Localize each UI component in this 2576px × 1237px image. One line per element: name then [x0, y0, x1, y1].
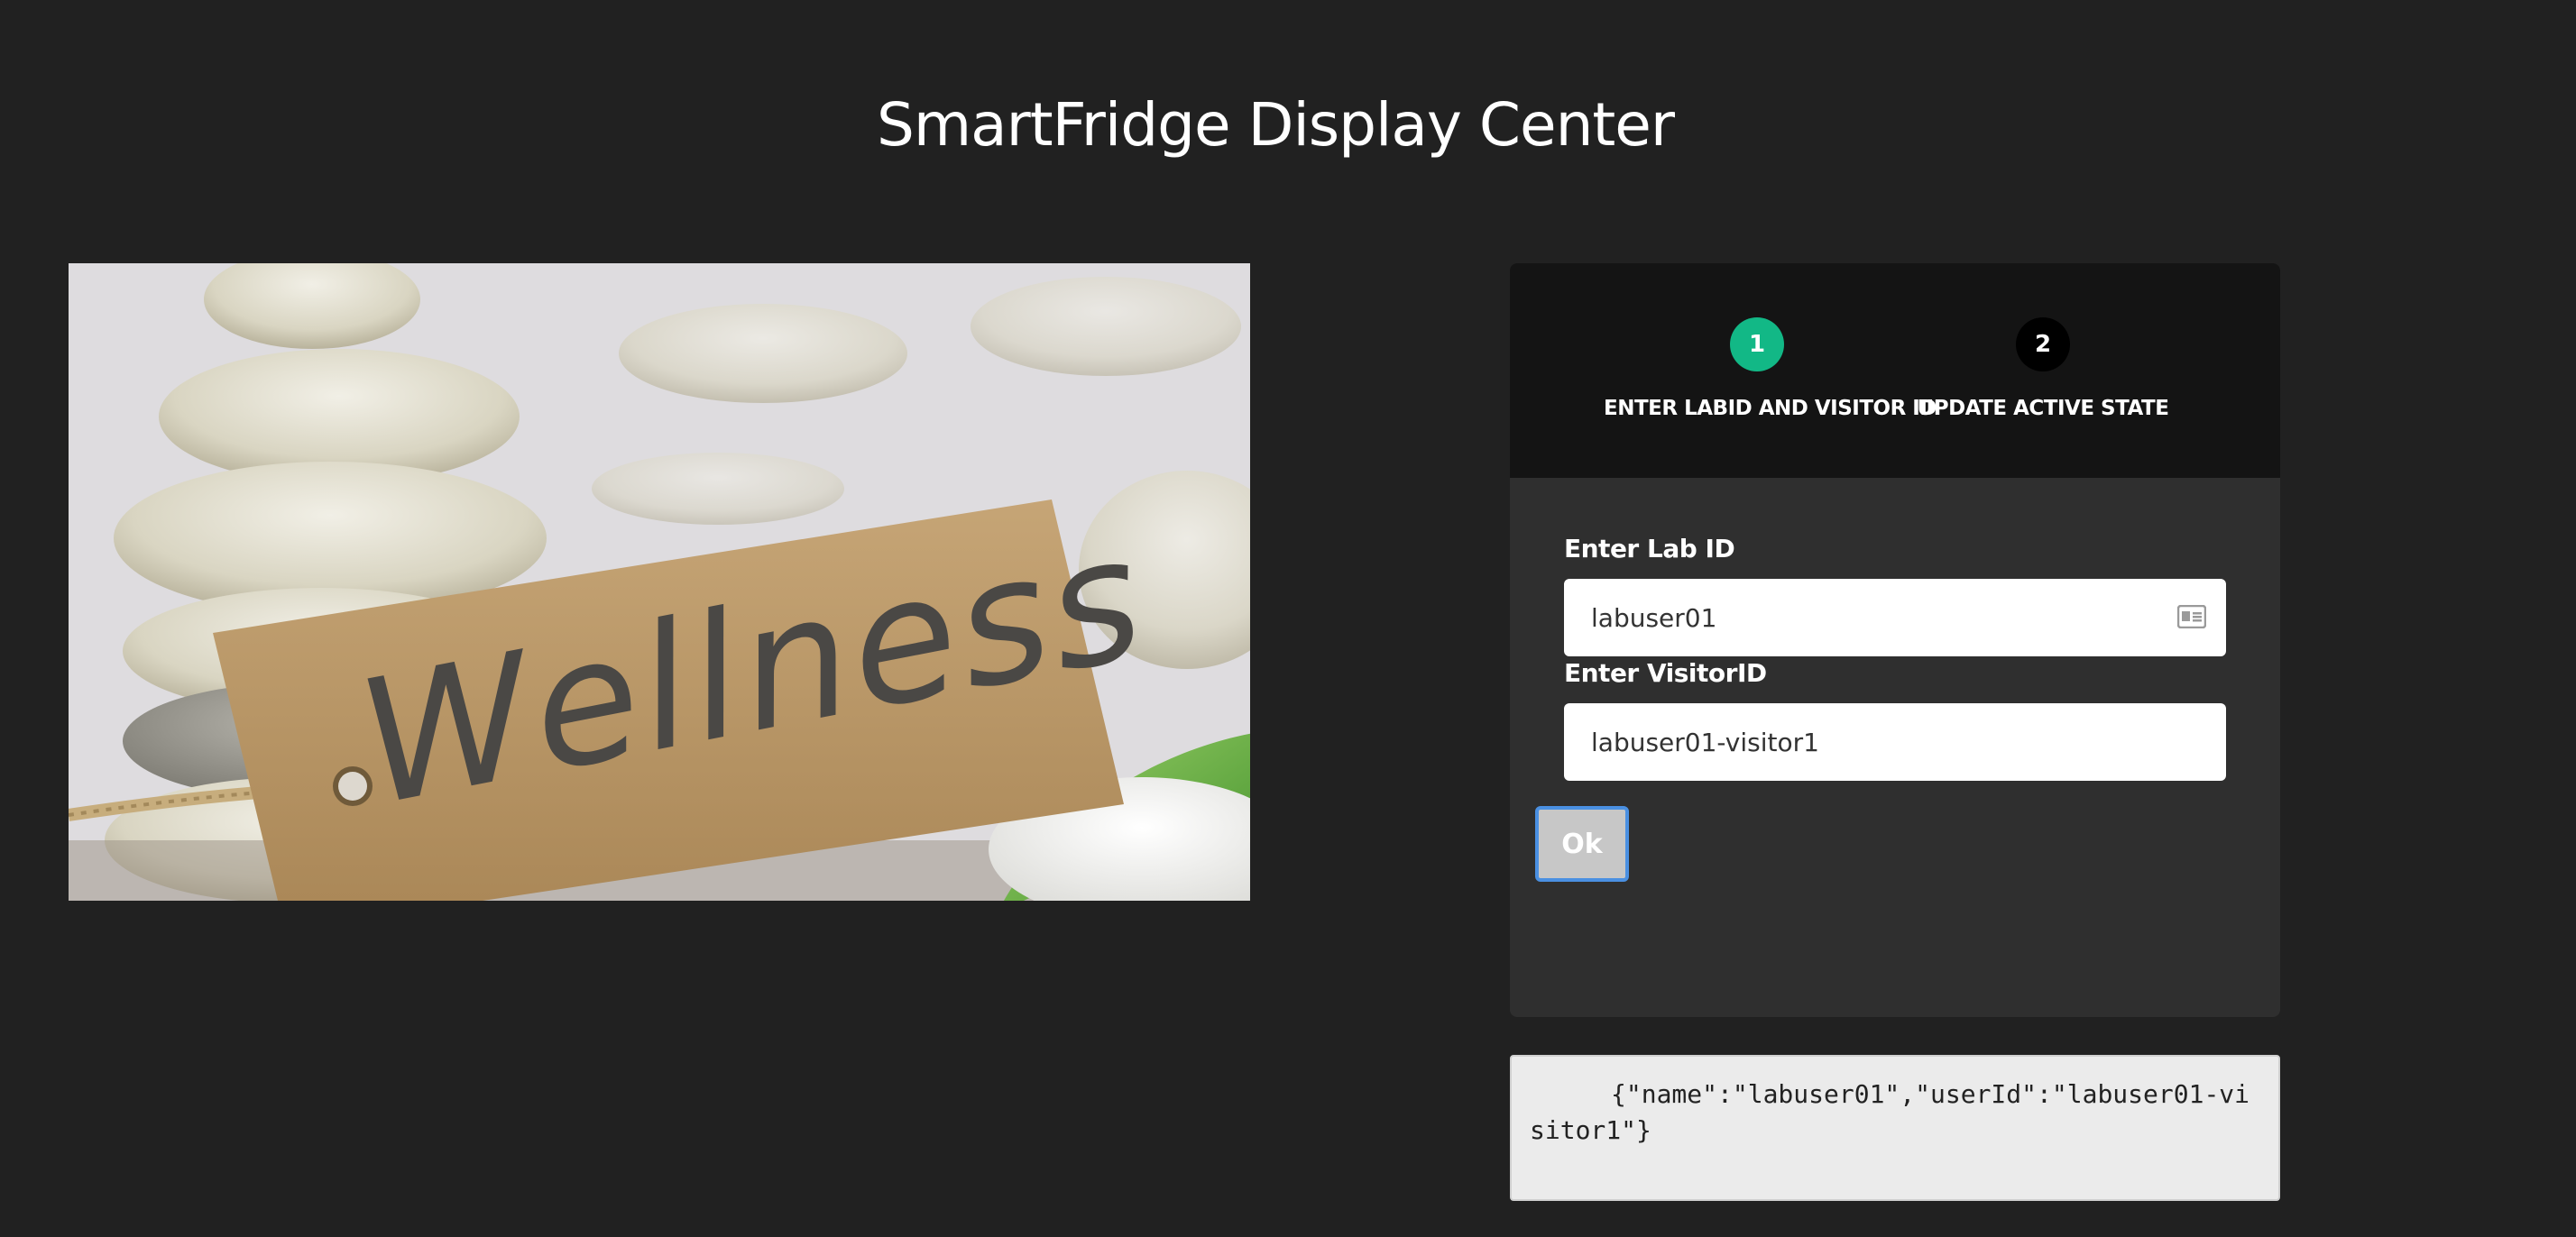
visitor-id-label: Enter VisitorID — [1564, 658, 1767, 688]
step-1[interactable]: 1 ENTER LABID AND VISITOR ID — [1604, 317, 1937, 420]
ok-button[interactable]: Ok — [1535, 806, 1629, 882]
step-2[interactable]: 2 UPDATE ACTIVE STATE — [1912, 317, 2174, 420]
page-title: SmartFridge Display Center — [876, 90, 1675, 160]
wizard-steps: 1 ENTER LABID AND VISITOR ID 2 UPDATE AC… — [1510, 263, 2280, 478]
json-output: {"name":"labuser01","userId":"labuser01-… — [1510, 1055, 2280, 1201]
lab-id-value: labuser01 — [1591, 602, 1717, 633]
lab-id-label: Enter Lab ID — [1564, 534, 1735, 564]
visitor-id-value: labuser01-visitor1 — [1591, 727, 1819, 757]
id-card-icon — [2177, 605, 2206, 628]
step-1-label: ENTER LABID AND VISITOR ID — [1604, 397, 1937, 420]
step-2-indicator: 2 — [2016, 317, 2070, 371]
lab-id-input[interactable]: labuser01 — [1564, 579, 2226, 656]
step-1-indicator: 1 — [1730, 317, 1784, 371]
step-2-label: UPDATE ACTIVE STATE — [1917, 397, 2169, 420]
visitor-id-input[interactable]: labuser01-visitor1 — [1564, 703, 2226, 781]
wizard-panel: 1 ENTER LABID AND VISITOR ID 2 UPDATE AC… — [1510, 263, 2280, 1017]
wellness-image: Wellness — [69, 263, 1250, 901]
